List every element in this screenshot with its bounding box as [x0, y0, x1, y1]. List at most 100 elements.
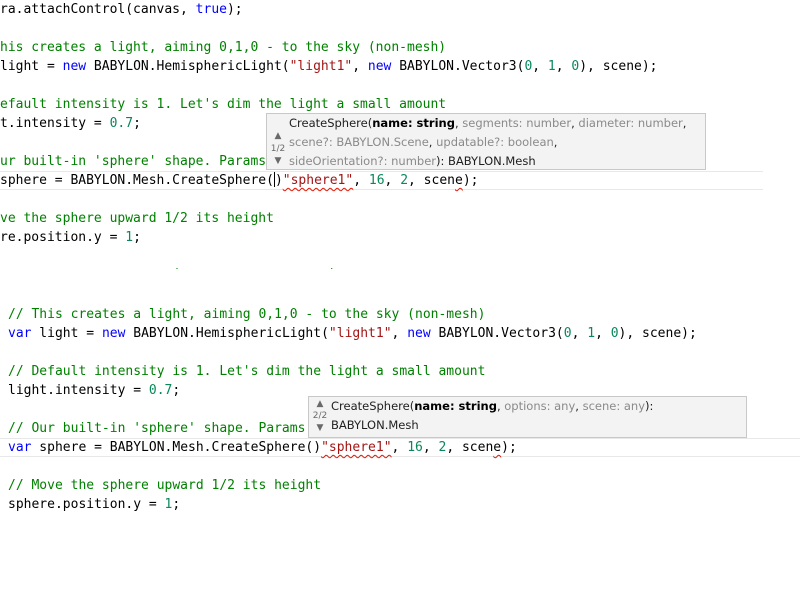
code-token: 16 — [407, 440, 423, 455]
code-token: re.position.y = — [0, 230, 126, 245]
code-token: "light1" — [328, 326, 392, 341]
signature-row: BABYLON.Mesh — [331, 416, 742, 435]
overload-navigator[interactable]: ▲ 2/2 ▼ — [311, 397, 329, 437]
code-line[interactable]: var sphere = BABYLON.Mesh.CreateSphere()… — [8, 438, 517, 457]
code-token: sphere = BABYLON.Mesh.CreateSphere( — [0, 173, 274, 188]
signature-token: ): — [645, 399, 654, 413]
parameter: updatable?: boolean — [436, 135, 554, 149]
signature-help-tooltip[interactable]: ▲ 1/2 ▼ CreateSphere(name: string, segme… — [266, 113, 706, 170]
code-token: // Default intensity is 1. Let's dim the… — [8, 364, 486, 379]
code-line[interactable]: // Move the sphere upward 1/2 its height — [8, 476, 321, 495]
code-token: ; — [172, 497, 181, 512]
signature-help-tooltip[interactable]: ▲ 2/2 ▼ CreateSphere(name: string, optio… — [308, 396, 747, 438]
code-line[interactable]: // Our built-in 'sphere' shape. Params: — [8, 419, 313, 438]
code-line[interactable]: his creates a light, aiming 0,1,0 - to t… — [0, 38, 446, 57]
error-squiggle-token: e — [493, 440, 502, 455]
code-token: ); — [501, 440, 517, 455]
code-token: 1 — [125, 230, 134, 245]
code-token: , — [555, 59, 572, 74]
signature-row: CreateSphere(name: string, segments: num… — [289, 114, 701, 133]
active-parameter: name: string — [372, 116, 455, 130]
code-token: var — [8, 440, 32, 455]
code-token: 1 — [547, 59, 556, 74]
signature-token: BABYLON.Mesh — [331, 418, 419, 432]
code-token: 0.7 — [109, 116, 134, 131]
parameter: diameter: number — [578, 116, 683, 130]
code-token: // This creates a light, aiming 0,1,0 - … — [8, 307, 486, 322]
code-token: ur built-in 'sphere' shape. Params: — [0, 154, 274, 169]
signature-token: , — [553, 135, 558, 149]
signature-token: CreateSphere( — [331, 399, 415, 413]
signature-row: sideOrientation?: number): BABYLON.Mesh — [289, 152, 701, 171]
code-line[interactable]: efault intensity is 1. Let's dim the lig… — [0, 95, 446, 114]
code-token: light.intensity = — [8, 383, 149, 398]
code-line[interactable]: // This creates a light, aiming 0,1,0 - … — [8, 305, 485, 324]
overload-navigator[interactable]: ▲ 1/2 ▼ — [269, 114, 287, 169]
code-token: 0 — [563, 326, 572, 341]
parameter: sideOrientation?: number — [289, 154, 437, 168]
code-token: // Move the sphere upward 1/2 its height — [8, 478, 322, 493]
signature-token: , — [575, 399, 583, 413]
code-token: , — [422, 440, 439, 455]
code-line[interactable]: sphere = BABYLON.Mesh.CreateSphere()"sph… — [0, 171, 478, 190]
parameter: scene: any — [582, 399, 646, 413]
code-line: cut off ( BABYLON.Mesh ) hidden line — [0, 268, 485, 272]
code-line[interactable]: ra.attachControl(canvas, true); — [0, 0, 243, 19]
code-token: ve the sphere upward 1/2 its height — [0, 211, 274, 226]
chevron-up-icon[interactable]: ▲ — [269, 132, 287, 141]
code-line[interactable]: ve the sphere upward 1/2 its height — [0, 209, 274, 228]
active-parameter: name: string — [414, 399, 497, 413]
code-token: "light1" — [289, 59, 353, 74]
code-token: BABYLON.Vector3( — [430, 326, 564, 341]
code-line[interactable]: // Default intensity is 1. Let's dim the… — [8, 362, 485, 381]
code-token: , — [391, 440, 408, 455]
code-token: var — [8, 326, 32, 341]
code-token: BABYLON.HemisphericLight( — [86, 59, 290, 74]
code-line[interactable]: light.intensity = 0.7; — [8, 381, 180, 400]
code-token: cut off ( BABYLON.Mesh ) hidden line — [0, 268, 485, 271]
chevron-down-icon[interactable]: ▼ — [269, 157, 287, 166]
code-line[interactable]: re.position.y = 1; — [0, 228, 141, 247]
code-token: true — [195, 2, 227, 17]
parameter: scene?: BABYLON.Scene — [289, 135, 429, 149]
code-line[interactable]: ur built-in 'sphere' shape. Params: — [0, 152, 274, 171]
code-token: 2 — [400, 173, 409, 188]
code-token: 0.7 — [148, 383, 173, 398]
code-token: ra.attachControl(canvas, — [0, 2, 196, 17]
code-token: , — [571, 326, 588, 341]
parameter: options: any — [504, 399, 576, 413]
code-editor-bottom[interactable]: // This creates a light, aiming 0,1,0 - … — [0, 305, 800, 600]
code-token: 1 — [587, 326, 596, 341]
chevron-down-icon[interactable]: ▼ — [311, 424, 329, 433]
code-token: , scen — [408, 173, 455, 188]
code-token: 16 — [368, 173, 385, 188]
code-token: sphere.position.y = — [8, 497, 165, 512]
overload-counter: 1/2 — [270, 144, 286, 154]
code-token: // Our built-in 'sphere' shape. Params: — [8, 421, 314, 436]
signature-token: CreateSphere( — [289, 116, 373, 130]
signature-token: ): BABYLON.Mesh — [436, 154, 536, 168]
code-token: , — [352, 59, 368, 74]
code-token: new — [101, 326, 126, 341]
code-line[interactable]: var light = new BABYLON.HemisphericLight… — [8, 324, 697, 343]
error-squiggle-token: e — [454, 173, 463, 188]
code-token: new — [367, 59, 392, 74]
code-token: BABYLON.HemisphericLight( — [125, 326, 329, 341]
code-token: , — [353, 173, 369, 188]
error-squiggle-token: "sphere1" — [282, 173, 354, 188]
code-token: t.intensity = — [0, 116, 110, 131]
code-token: ; — [133, 230, 141, 245]
code-token: , scen — [446, 440, 494, 455]
code-token: sphere = BABYLON.Mesh.CreateSphere() — [31, 440, 322, 455]
code-token: new — [407, 326, 431, 341]
code-line[interactable]: light = new BABYLON.HemisphericLight("li… — [0, 57, 658, 76]
signature-row: CreateSphere(name: string, options: any,… — [331, 397, 742, 416]
chevron-up-icon[interactable]: ▲ — [311, 400, 329, 409]
parameter: segments: number — [462, 116, 572, 130]
code-token: light = — [0, 59, 63, 74]
code-token: ); — [462, 173, 479, 188]
code-token: his creates a light, aiming 0,1,0 - to t… — [0, 40, 447, 55]
code-line[interactable]: t.intensity = 0.7; — [0, 114, 141, 133]
code-line[interactable]: sphere.position.y = 1; — [8, 495, 180, 514]
signature-token: , — [428, 135, 437, 149]
